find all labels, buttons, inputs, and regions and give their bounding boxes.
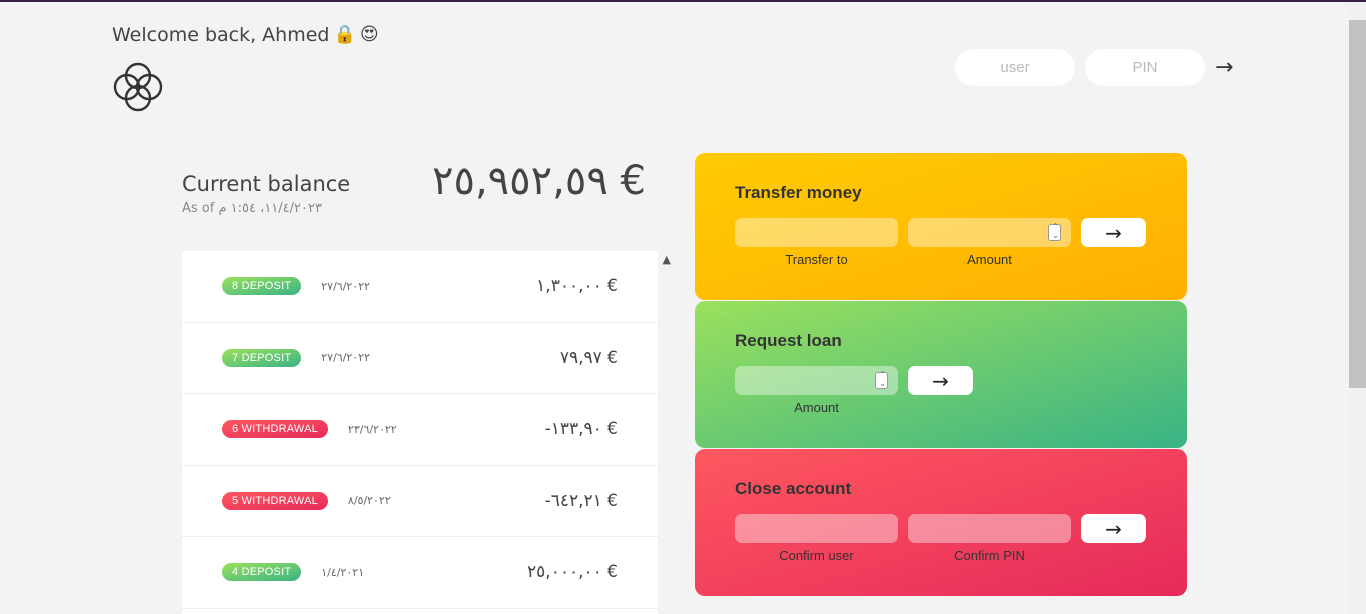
- movement-row: 4 DEPOSIT ١/٤/٢٠٢١ ٢٥,٠٠٠,٠٠ €: [182, 537, 658, 609]
- loan-submit-button[interactable]: →: [908, 366, 973, 395]
- close-user-input[interactable]: [735, 514, 898, 543]
- transfer-panel: Transfer money ⌃ ⌄ → Transfer to Amount: [695, 153, 1187, 300]
- movement-value: -١٣٣,٩٠ €: [544, 419, 618, 440]
- movement-row: 5 WITHDRAWAL ٨/٥/٢٠٢٢ -٦٤٢,٢١ €: [182, 466, 658, 537]
- close-submit-button[interactable]: →: [1081, 514, 1146, 543]
- movement-value: -٦٤٢,٢١ €: [544, 490, 618, 511]
- movements-list: 8 DEPOSIT ٢٧/٦/٢٠٢٢ ١,٣٠٠,٠٠ € 7 DEPOSIT ٢٧/…: [182, 251, 674, 614]
- bankist-logo-icon: [113, 62, 163, 112]
- movement-date: ٨/٥/٢٠٢٢: [347, 494, 391, 508]
- balance-date: As of ١١/٤/٢٠٢٣، ١:٥٤ م: [182, 201, 322, 216]
- transfer-amount-label: Amount: [967, 252, 1012, 267]
- close-panel: Close account → Confirm user Confirm PIN: [695, 449, 1187, 596]
- close-user-label: Confirm user: [779, 548, 854, 563]
- balance-value: ٢٥,٩٥٢,٥٩ €: [432, 158, 646, 204]
- movement-date: ١/٤/٢٠٢١: [321, 565, 365, 579]
- login-arrow-button[interactable]: →: [1215, 56, 1233, 79]
- transfer-to-label: Transfer to: [785, 252, 848, 267]
- login-form: user PIN →: [955, 49, 1233, 86]
- balance-label: Current balance: [182, 172, 351, 196]
- loan-amount-label: Amount: [794, 400, 839, 415]
- transfer-title: Transfer money: [735, 183, 862, 202]
- movement-type-badge: 5 WITHDRAWAL: [222, 491, 328, 510]
- movement-value: ٢٥,٠٠٠,٠٠ €: [527, 562, 618, 583]
- close-pin-label: Confirm PIN: [954, 548, 1025, 563]
- loan-title: Request loan: [735, 331, 842, 350]
- movement-type-badge: 8 DEPOSIT: [222, 277, 302, 296]
- movement-date: ٢٣/٦/٢٠٢٢: [347, 422, 397, 436]
- movement-type-badge: 4 DEPOSIT: [222, 563, 302, 582]
- movement-type-badge: 7 DEPOSIT: [222, 348, 302, 367]
- top-border: [0, 0, 1366, 2]
- movement-date: ٢٧/٦/٢٠٢٢: [321, 279, 371, 293]
- spinner-icon[interactable]: ⌃ ⌄: [879, 370, 886, 388]
- login-pin-input[interactable]: PIN: [1085, 49, 1205, 86]
- transfer-submit-button[interactable]: →: [1081, 218, 1146, 247]
- movement-value: ٧٩,٩٧ €: [559, 347, 618, 368]
- close-pin-input[interactable]: [908, 514, 1071, 543]
- movement-date: ٢٧/٦/٢٠٢٢: [321, 351, 371, 365]
- movement-row: 8 DEPOSIT ٢٧/٦/٢٠٢٢ ١,٣٠٠,٠٠ €: [182, 251, 658, 323]
- page-scrollbar-thumb[interactable]: [1349, 20, 1366, 388]
- loan-panel: Request loan ⌃ ⌄ → Amount: [695, 301, 1187, 448]
- movements-scrollbar[interactable]: ▲: [658, 251, 674, 614]
- spinner-icon[interactable]: ⌃ ⌄: [1052, 222, 1059, 240]
- movement-row: 6 WITHDRAWAL ٢٣/٦/٢٠٢٢ -١٣٣,٩٠ €: [182, 394, 658, 466]
- movement-value: ١,٣٠٠,٠٠ €: [536, 276, 618, 297]
- scroll-up-icon[interactable]: ▲: [663, 253, 671, 266]
- movement-row: 7 DEPOSIT ٢٧/٦/٢٠٢٢ ٧٩,٩٧ €: [182, 323, 658, 394]
- welcome-text: Welcome back, Ahmed: [112, 24, 330, 46]
- login-user-input[interactable]: user: [955, 49, 1075, 86]
- close-title: Close account: [735, 479, 852, 498]
- heart-eyes-emoji-icon: 😍: [359, 24, 379, 45]
- loan-amount-input[interactable]: ⌃ ⌄: [735, 366, 898, 395]
- movement-type-badge: 6 WITHDRAWAL: [222, 420, 328, 439]
- transfer-amount-input[interactable]: ⌃ ⌄: [908, 218, 1071, 247]
- transfer-to-input[interactable]: [735, 218, 898, 247]
- welcome-message: Welcome back, Ahmed 🔒 😍: [112, 24, 379, 46]
- lock-emoji-icon: 🔒: [333, 24, 356, 45]
